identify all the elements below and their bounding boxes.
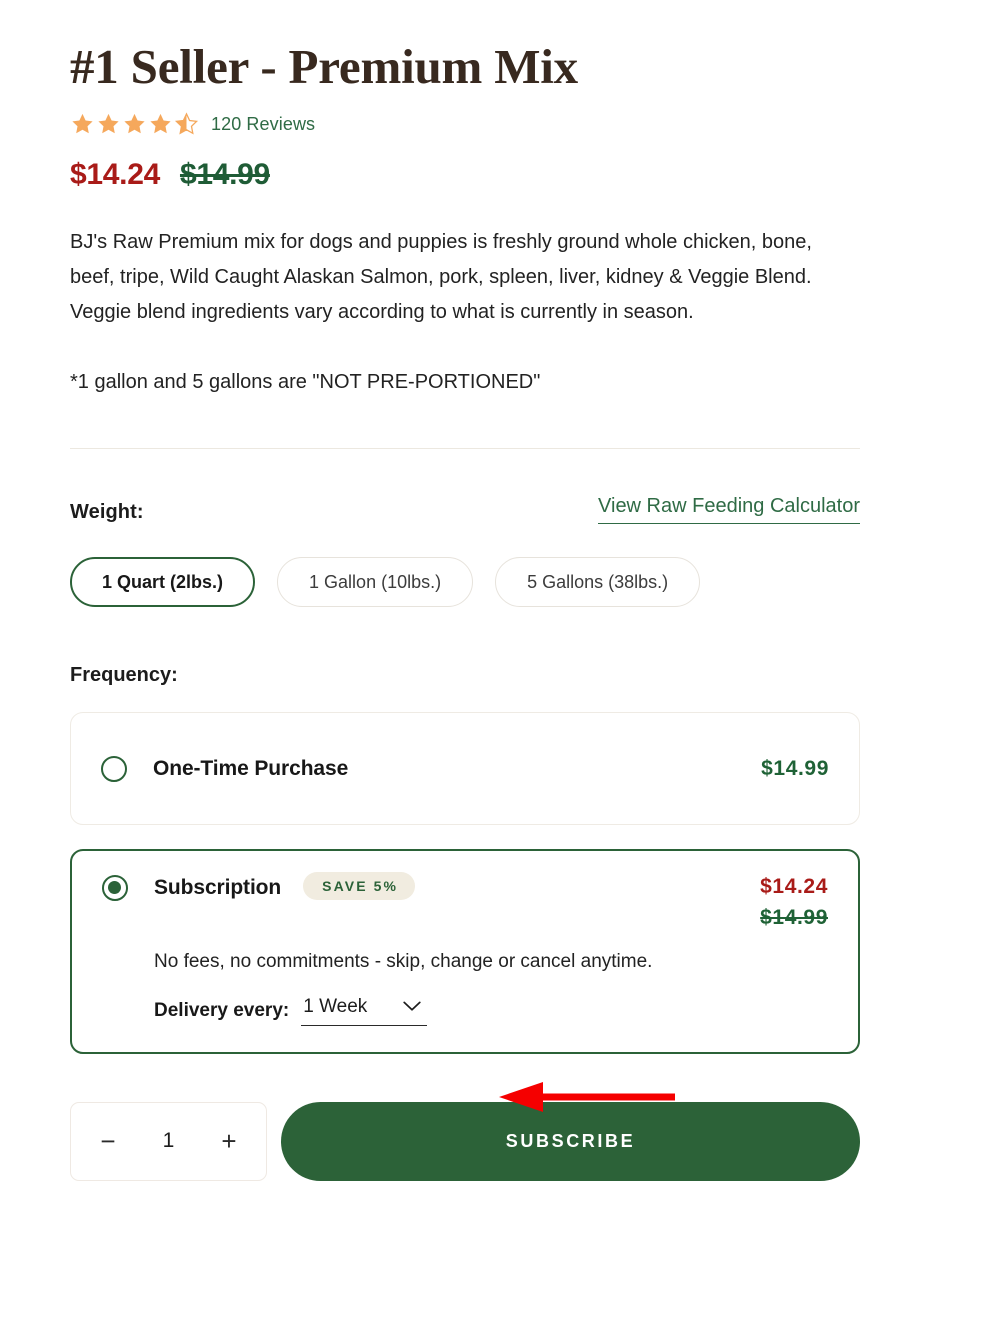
- weight-option-1-gallon[interactable]: 1 Gallon (10lbs.): [277, 557, 474, 607]
- weight-label: Weight:: [70, 501, 144, 523]
- quantity-value[interactable]: 1: [163, 1129, 175, 1153]
- one-time-price: $14.99: [761, 756, 829, 780]
- subscription-description: No fees, no commitments - skip, change o…: [154, 950, 653, 972]
- quantity-stepper[interactable]: − 1 +: [70, 1101, 267, 1181]
- delivery-frequency-select[interactable]: 1 Week: [301, 995, 428, 1026]
- one-time-label: One-Time Purchase: [153, 756, 349, 780]
- delivery-frequency-value: 1 Week: [303, 995, 368, 1017]
- subscription-sale-price: $14.24: [760, 875, 828, 898]
- star-rating[interactable]: [70, 112, 199, 136]
- description-paragraph: BJ's Raw Premium mix for dogs and puppie…: [70, 231, 812, 323]
- frequency-option-subscription[interactable]: Subscription SAVE 5% $14.24 $14.99 No fe…: [70, 849, 860, 1054]
- delivery-frequency-row: Delivery every: 1 Week: [154, 996, 828, 1026]
- section-divider: [70, 448, 860, 449]
- purchase-action-row: − 1 + SUBSCRIBE: [70, 1101, 860, 1181]
- raw-feeding-calculator-link[interactable]: View Raw Feeding Calculator: [598, 495, 860, 524]
- subscription-prices: $14.24 $14.99: [760, 875, 828, 931]
- weight-header: Weight: View Raw Feeding Calculator: [70, 495, 860, 524]
- weight-options: 1 Quart (2lbs.) 1 Gallon (10lbs.) 5 Gall…: [70, 557, 860, 607]
- subscription-label: Subscription: [154, 876, 282, 899]
- weight-option-label: 5 Gallons (38lbs.): [527, 571, 669, 592]
- weight-option-label: 1 Quart (2lbs.): [102, 571, 224, 592]
- star-half-icon: [174, 112, 199, 135]
- weight-option-5-gallons[interactable]: 5 Gallons (38lbs.): [495, 557, 701, 607]
- subscription-header: Subscription SAVE 5% $14.24 $14.99: [102, 872, 828, 931]
- star-filled-icon: [98, 113, 119, 134]
- description-note: *1 gallon and 5 gallons are "NOT PRE-POR…: [70, 371, 541, 393]
- quantity-decrement-button[interactable]: −: [97, 1128, 119, 1154]
- reviews-count[interactable]: 120 Reviews: [211, 114, 315, 135]
- product-detail-page: #1 Seller - Premium Mix 120 Reviews $14.…: [0, 0, 989, 1320]
- chevron-down-icon: [381, 1001, 421, 1012]
- price-row: $14.24 $14.99: [70, 158, 860, 194]
- product-content-column: #1 Seller - Premium Mix 120 Reviews $14.…: [70, 0, 860, 1181]
- weight-option-label: 1 Gallon (10lbs.): [309, 571, 442, 592]
- page-title: #1 Seller - Premium Mix: [70, 39, 578, 94]
- quantity-increment-button[interactable]: +: [218, 1128, 240, 1154]
- weight-option-1-quart[interactable]: 1 Quart (2lbs.): [70, 557, 256, 607]
- sale-price: $14.24: [70, 158, 160, 191]
- save-badge: SAVE 5%: [303, 872, 416, 900]
- star-filled-icon: [124, 113, 145, 134]
- frequency-label: Frequency:: [70, 664, 178, 686]
- compare-at-price: $14.99: [179, 158, 270, 191]
- radio-one-time[interactable]: [101, 755, 127, 782]
- star-filled-icon: [150, 113, 171, 134]
- rating-row: 120 Reviews: [70, 112, 860, 136]
- product-description: BJ's Raw Premium mix for dogs and puppie…: [70, 225, 845, 400]
- frequency-option-one-time[interactable]: One-Time Purchase $14.99: [70, 712, 860, 825]
- delivery-every-label: Delivery every:: [154, 999, 290, 1021]
- radio-subscription[interactable]: [102, 875, 128, 901]
- subscribe-button[interactable]: SUBSCRIBE: [281, 1101, 860, 1181]
- subscription-compare-price: $14.99: [760, 905, 828, 929]
- star-filled-icon: [72, 113, 93, 134]
